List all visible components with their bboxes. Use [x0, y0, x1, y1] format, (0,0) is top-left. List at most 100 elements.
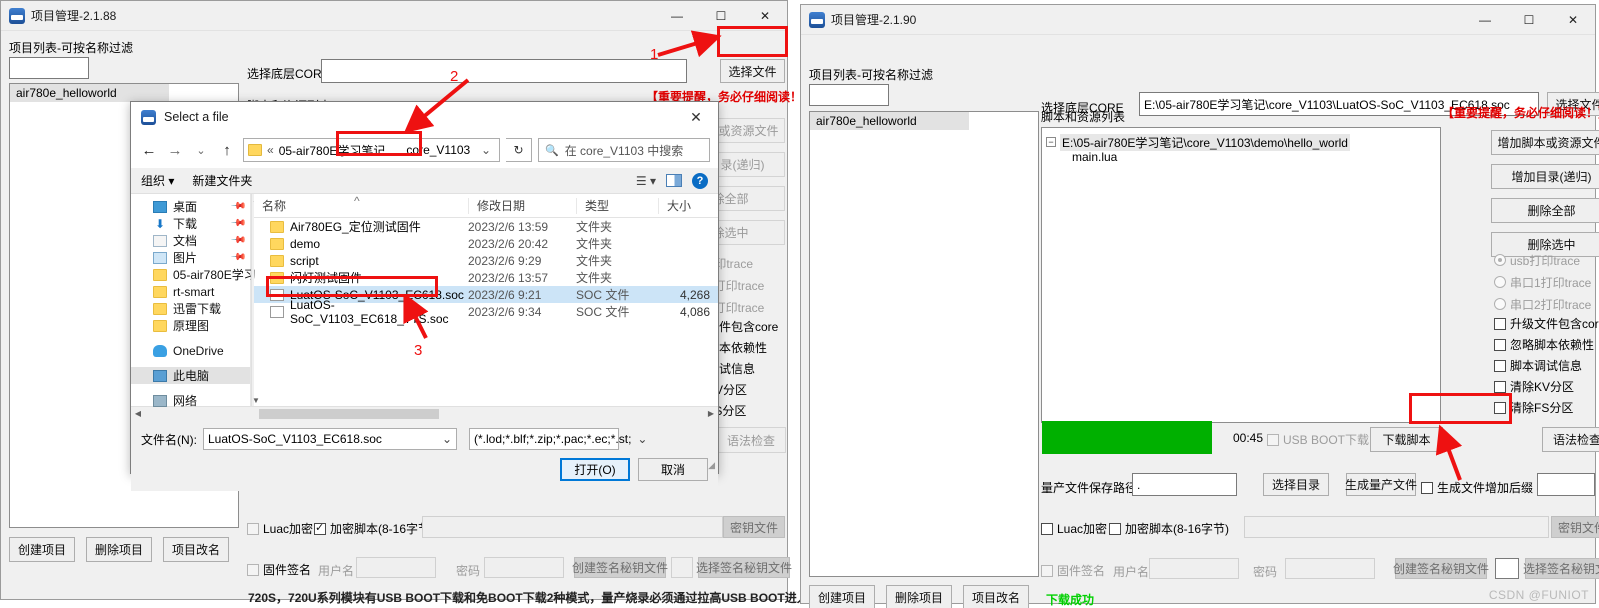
chevron-down-icon[interactable]: ⌄: [631, 432, 647, 446]
list-item[interactable]: air780e_helloworld: [10, 84, 169, 102]
column-name[interactable]: 名称 ^: [254, 194, 468, 214]
tree-item-child[interactable]: main.lua: [1046, 150, 1436, 166]
table-row[interactable]: LuatOS-SoC_V1103_EC618_TTS.soc 2023/2/6 …: [254, 298, 718, 326]
left-username-input[interactable]: [356, 557, 436, 578]
right-chk-clear-kv[interactable]: 清除KV分区: [1494, 376, 1599, 397]
place-pictures[interactable]: 图片 📌: [131, 249, 250, 266]
right-mass-path-input[interactable]: .: [1132, 473, 1237, 496]
right-project-filter-input[interactable]: [809, 84, 889, 106]
new-folder-button[interactable]: 新建文件夹: [192, 172, 252, 189]
right-encrypt-key-input[interactable]: [1244, 516, 1549, 538]
place-rt-smart[interactable]: rt-smart: [131, 283, 250, 300]
table-row[interactable]: 闪灯测试固件 2023/2/6 13:57 文件夹: [254, 269, 718, 286]
expander-icon[interactable]: −: [1046, 137, 1056, 147]
column-size[interactable]: 大小: [658, 197, 718, 214]
up-icon[interactable]: ↑: [217, 142, 237, 159]
forward-icon[interactable]: →: [165, 142, 185, 159]
left-chk-luac-encrypt[interactable]: Luac加密: [247, 520, 313, 537]
breadcrumb-current[interactable]: core_V1103: [390, 143, 472, 157]
back-icon[interactable]: ←: [139, 142, 159, 159]
left-select-sign-key-button[interactable]: 选择签名秘钥文件: [696, 557, 792, 578]
minimize-button[interactable]: —: [655, 1, 699, 31]
chevron-down-icon[interactable]: ⌄: [436, 432, 452, 446]
hscroll-track[interactable]: [145, 408, 704, 420]
close-button[interactable]: ✕: [743, 1, 787, 31]
hscroll-right-arrow-icon[interactable]: ▶: [704, 409, 718, 418]
tree-item-root[interactable]: − E:\05-air780E学习笔记\core_V1103\demo\hell…: [1046, 133, 1436, 151]
left-chk-script-encrypt[interactable]: 加密脚本(8-16字节): [314, 520, 434, 537]
right-chk-gen-suffix[interactable]: 生成文件增加后缀: [1421, 479, 1533, 496]
resize-grip-icon[interactable]: ◢: [708, 460, 715, 471]
right-add-script-button[interactable]: 增加脚本或资源文件: [1491, 130, 1599, 155]
breadcrumb-parent[interactable]: 05-air780E学习笔记: [279, 142, 386, 159]
table-row[interactable]: script 2023/2/6 9:29 文件夹: [254, 252, 718, 269]
right-chk-include-core[interactable]: 升级文件包含core: [1494, 313, 1599, 334]
hscroll-thumb[interactable]: [259, 408, 439, 419]
rename-project-button[interactable]: 项目改名: [963, 585, 1029, 608]
place-air780e-notes[interactable]: 05-air780E学习: [131, 266, 256, 283]
right-chk-usb-boot[interactable]: USB BOOT下载: [1267, 431, 1369, 448]
right-create-sign-key-button[interactable]: 创建签名秘钥文件: [1393, 558, 1489, 579]
create-project-button[interactable]: 创建项目: [809, 585, 875, 608]
place-network[interactable]: 网络: [131, 392, 250, 409]
place-desktop[interactable]: 桌面 📌: [131, 198, 250, 215]
hscroll-left-arrow-icon[interactable]: ◀: [131, 409, 145, 418]
right-syntax-check-button[interactable]: 语法检查: [1542, 427, 1599, 452]
file-type-filter-select[interactable]: (*.lod;*.blf;*.zip;*.pac;*.ec;*.st; ⌄: [469, 428, 647, 450]
left-select-file-button[interactable]: 选择文件: [720, 59, 785, 83]
recent-locations-icon[interactable]: ⌄: [191, 144, 211, 157]
right-chk-firmware-sign[interactable]: 固件签名: [1041, 562, 1105, 579]
view-list-icon[interactable]: ☰ ▾: [636, 174, 656, 188]
delete-project-button[interactable]: 删除项目: [886, 585, 952, 608]
right-key-file-button[interactable]: 密钥文件: [1551, 516, 1599, 538]
right-chk-luac-encrypt[interactable]: Luac加密: [1041, 520, 1107, 537]
cancel-button[interactable]: 取消: [638, 458, 708, 481]
place-xunlei-downloads[interactable]: 迅雷下载: [131, 300, 250, 317]
right-suffix-input[interactable]: [1537, 473, 1595, 496]
column-date[interactable]: 修改日期: [468, 197, 576, 214]
dialog-close-button[interactable]: ✕: [674, 102, 718, 132]
open-button[interactable]: 打开(O): [560, 458, 630, 481]
filename-input[interactable]: LuatOS-SoC_V1103_EC618.soc ⌄: [203, 428, 457, 450]
right-password-input[interactable]: [1285, 558, 1375, 579]
left-core-path-input[interactable]: [321, 59, 687, 83]
column-type[interactable]: 类型: [576, 197, 658, 214]
maximize-button[interactable]: ☐: [699, 1, 743, 31]
right-script-tree[interactable]: − E:\05-air780E学习笔记\core_V1103\demo\hell…: [1041, 127, 1441, 423]
left-project-filter-input[interactable]: [9, 57, 89, 79]
place-downloads[interactable]: ⬇ 下载 📌: [131, 215, 250, 232]
preview-pane-icon[interactable]: [666, 174, 682, 187]
list-item[interactable]: air780e_helloworld: [810, 112, 969, 130]
right-chk-ignore-deps[interactable]: 忽略脚本依赖性: [1494, 334, 1599, 355]
right-download-script-button[interactable]: 下载脚本: [1370, 427, 1443, 452]
right-add-dir-button[interactable]: 增加目录(递归): [1491, 164, 1599, 189]
minimize-button[interactable]: —: [1463, 5, 1507, 35]
table-row[interactable]: Air780EG_定位测试固件 2023/2/6 13:59 文件夹: [254, 218, 718, 235]
place-schematics[interactable]: 原理图: [131, 317, 250, 334]
right-select-dir-button[interactable]: 选择目录: [1263, 473, 1329, 496]
rename-project-button[interactable]: 项目改名: [163, 537, 229, 562]
chevron-down-icon[interactable]: ⌄: [477, 143, 495, 157]
right-chk-clear-fs[interactable]: 清除FS分区: [1494, 397, 1599, 418]
right-username-input[interactable]: [1149, 558, 1239, 579]
right-project-listbox[interactable]: air780e_helloworld: [809, 111, 1039, 577]
left-encrypt-key-input[interactable]: [422, 516, 723, 538]
right-radio-uart1-trace[interactable]: 串口1打印trace: [1494, 271, 1591, 293]
place-documents[interactable]: 文档 📌: [131, 232, 250, 249]
help-icon[interactable]: ?: [692, 172, 708, 189]
right-chk-script-encrypt[interactable]: 加密脚本(8-16字节): [1109, 520, 1229, 537]
right-gen-mass-file-button[interactable]: 生成量产文件: [1345, 473, 1417, 496]
refresh-icon[interactable]: ↻: [506, 138, 532, 162]
right-radio-usb-trace[interactable]: usb打印trace: [1494, 249, 1591, 271]
left-create-sign-key-button[interactable]: 创建签名秘钥文件: [572, 557, 668, 578]
right-radio-uart2-trace[interactable]: 串口2打印trace: [1494, 293, 1591, 315]
right-chk-script-debug[interactable]: 脚本调试信息: [1494, 355, 1599, 376]
dialog-search-box[interactable]: 🔍 在 core_V1103 中搜索: [538, 138, 710, 162]
right-select-sign-key-button[interactable]: 选择签名秘钥文件: [1523, 558, 1599, 579]
place-this-pc[interactable]: 此电脑: [131, 367, 250, 384]
right-delete-all-button[interactable]: 删除全部: [1491, 198, 1599, 223]
table-row[interactable]: demo 2023/2/6 20:42 文件夹: [254, 235, 718, 252]
left-chk-firmware-sign[interactable]: 固件签名: [247, 561, 311, 578]
delete-project-button[interactable]: 删除项目: [86, 537, 152, 562]
close-button[interactable]: ✕: [1551, 5, 1595, 35]
